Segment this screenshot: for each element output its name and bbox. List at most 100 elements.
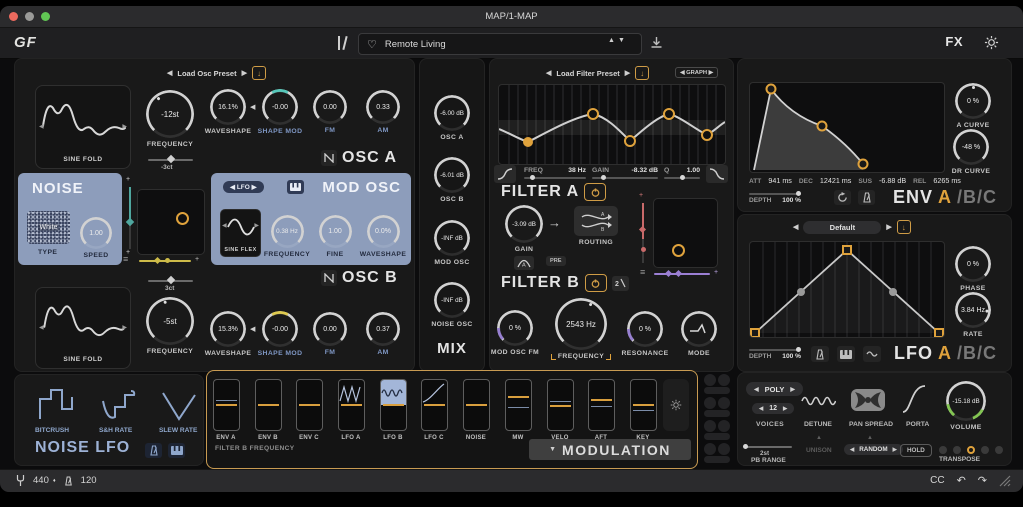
mod-slot-lfo-b[interactable]: LFO B bbox=[375, 379, 411, 441]
lfo-bc-tabs[interactable]: /B/C bbox=[957, 343, 997, 364]
osc-a-wave-next-icon[interactable]: ▶ bbox=[122, 123, 127, 130]
osc-preset-prev-icon[interactable]: ◀ bbox=[167, 69, 172, 77]
mod-osc-waveshape-knob[interactable]: 0.0% WAVESHAPE bbox=[351, 215, 415, 258]
filter-b-xy-handle[interactable] bbox=[672, 244, 685, 257]
lfo-preset-next-icon[interactable]: ▶ bbox=[886, 223, 891, 231]
cc-button[interactable]: CC bbox=[930, 475, 944, 486]
osc-a-wave-display[interactable]: ◀ ▶ SINE FOLD bbox=[35, 85, 131, 169]
osc-preset-label[interactable]: Load Osc Preset bbox=[177, 69, 236, 78]
osc-b-am-knob[interactable]: 0.37 AM bbox=[351, 312, 415, 356]
lfo-a-tab[interactable]: A bbox=[938, 343, 952, 364]
filter-a-eq-display[interactable] bbox=[498, 84, 726, 165]
mod-osc-source-selector[interactable]: ◀ LFO ▶ bbox=[223, 181, 264, 193]
noise-xy-handle[interactable] bbox=[176, 212, 189, 225]
hold-button[interactable]: HOLD bbox=[900, 444, 932, 457]
noise-pad-menu-icon[interactable]: ≡ bbox=[123, 254, 128, 264]
pan-spread-icon[interactable] bbox=[851, 387, 885, 413]
mod-slot-key[interactable]: KEY bbox=[625, 379, 661, 441]
osc-a-am-knob[interactable]: 0.33 AM bbox=[351, 90, 415, 134]
mod-slot-velo[interactable]: VELO bbox=[542, 379, 578, 441]
lfo-rate-knob[interactable]: 3.84 Hz RATE bbox=[941, 292, 1005, 338]
pre-button[interactable]: PRE bbox=[546, 256, 566, 266]
mod-osc-wave-prev-icon[interactable]: ◀ bbox=[222, 222, 227, 229]
filter-b-gain-knob[interactable]: -3.09 dB GAIN bbox=[492, 205, 556, 253]
voice-count-selector[interactable]: ◀12▶ bbox=[752, 403, 794, 414]
mod-osc-fm-knob[interactable]: 0 % MOD OSC FM bbox=[483, 310, 547, 356]
env-values-row[interactable]: ATT941 ms DEC12421 ms SUS-6.88 dB REL626… bbox=[749, 176, 961, 185]
filter-a-power-button[interactable] bbox=[584, 183, 606, 201]
library-icon[interactable] bbox=[338, 36, 350, 50]
bandpass-a-icon[interactable]: A bbox=[514, 256, 534, 270]
mod-slot-env-c[interactable]: ENV C bbox=[291, 379, 327, 441]
mod-slot-lfo-a[interactable]: LFO A bbox=[333, 379, 369, 441]
tuning-stepper-icon[interactable]: ♦ bbox=[53, 478, 56, 484]
resize-grip[interactable] bbox=[999, 475, 1011, 487]
filter-preset-prev-icon[interactable]: ◀ bbox=[546, 69, 551, 77]
noise-lfo-metronome-icon[interactable] bbox=[145, 443, 162, 458]
lfo-preset-prev-icon[interactable]: ◀ bbox=[793, 223, 798, 231]
filter-slope-icon[interactable]: 2 bbox=[612, 276, 629, 291]
redo-icon[interactable]: ↷ bbox=[978, 474, 987, 487]
noise-lfo-piano-icon[interactable] bbox=[168, 443, 185, 458]
filter-mode-knob[interactable]: MODE bbox=[667, 311, 731, 357]
osc-b-wave-prev-icon[interactable]: ◀ bbox=[39, 324, 44, 331]
osc-preset-save-icon[interactable]: ↓ bbox=[252, 66, 266, 80]
env-loop-icon[interactable] bbox=[834, 190, 851, 205]
preset-prev-icon[interactable]: ▲ bbox=[608, 37, 618, 44]
volume-knob[interactable]: -15.18 dB VOLUME bbox=[934, 381, 998, 431]
preset-next-icon[interactable]: ▼ bbox=[618, 37, 628, 44]
tempo-value[interactable]: 120 bbox=[81, 475, 97, 486]
pan-mode-selector[interactable]: ◀RANDOM▶ bbox=[844, 444, 903, 455]
osc-a-fine-slider[interactable] bbox=[148, 159, 193, 161]
voice-mode-selector[interactable]: ◀POLY▶ bbox=[746, 382, 803, 396]
noise-hslider[interactable] bbox=[139, 260, 191, 262]
lfo-preset-name[interactable]: Default bbox=[803, 221, 881, 234]
filter-a-q-slider[interactable]: Q1.00 bbox=[664, 167, 700, 179]
mix-osc-b-knob[interactable]: -6.01 dB OSC B bbox=[420, 157, 484, 203]
fx-tab[interactable]: FX bbox=[945, 34, 963, 49]
env-bc-tabs[interactable]: /B/C bbox=[957, 187, 997, 208]
filter-preset-next-icon[interactable]: ▶ bbox=[625, 69, 630, 77]
lfo-keytrig-piano-icon[interactable] bbox=[837, 346, 855, 362]
env-display[interactable] bbox=[749, 82, 945, 173]
mod-slot-aft[interactable]: AFT bbox=[583, 379, 619, 441]
modulation-button[interactable]: ▼ MODULATION bbox=[529, 439, 691, 460]
tuning-value[interactable]: 440 bbox=[33, 475, 49, 486]
filter-b-frequency-knob[interactable]: 2543 Hz FREQUENCY bbox=[549, 298, 613, 360]
slew-rate-icon[interactable] bbox=[161, 389, 197, 423]
favorite-heart-icon[interactable]: ♡ bbox=[367, 38, 377, 51]
filter-b-xy-pad[interactable] bbox=[653, 198, 718, 268]
mod-settings-tab[interactable] bbox=[663, 379, 689, 431]
tuning-fork-icon[interactable] bbox=[16, 474, 25, 487]
lfo-wave-icon[interactable] bbox=[863, 346, 881, 362]
sh-rate-icon[interactable] bbox=[101, 389, 137, 423]
env-a-tab[interactable]: A bbox=[938, 187, 952, 208]
pb-range-slider[interactable] bbox=[744, 446, 792, 448]
lfo-display[interactable] bbox=[749, 241, 945, 338]
lfo-depth-slider[interactable]: DEPTH100 % bbox=[749, 349, 801, 360]
transpose-dots[interactable] bbox=[939, 446, 1003, 454]
noise-vslider[interactable] bbox=[129, 187, 131, 249]
osc-b-wave-next-icon[interactable]: ▶ bbox=[122, 324, 127, 331]
osc-b-fine-slider[interactable] bbox=[148, 280, 193, 282]
filter-a-gain-slider[interactable]: GAIN-8.32 dB bbox=[592, 167, 658, 179]
filter-routing-control[interactable]: AB ROUTING bbox=[568, 206, 624, 246]
a-curve-knob[interactable]: 0 % A CURVE bbox=[941, 83, 1005, 129]
keyboard-icon[interactable] bbox=[287, 180, 304, 194]
lfo-phase-knob[interactable]: 0 % PHASE bbox=[941, 246, 1005, 292]
mod-slot-env-b[interactable]: ENV B bbox=[250, 379, 286, 441]
routing-icon[interactable]: AB bbox=[574, 206, 618, 236]
detune-icon[interactable] bbox=[800, 393, 836, 407]
mod-slot-env-a[interactable]: ENV A bbox=[208, 379, 244, 441]
noise-xy-pad[interactable] bbox=[137, 189, 205, 255]
filter-b-power-button[interactable] bbox=[585, 274, 607, 292]
undo-icon[interactable]: ↶ bbox=[957, 474, 966, 487]
filter-b-hslider[interactable] bbox=[654, 273, 710, 275]
mod-slot-noise[interactable]: NOISE bbox=[458, 379, 494, 441]
noise-speed-knob[interactable]: 1.00 SPEED bbox=[64, 217, 128, 259]
osc-a-wave-prev-icon[interactable]: ◀ bbox=[39, 123, 44, 130]
osc-preset-next-icon[interactable]: ▶ bbox=[242, 69, 247, 77]
mix-noise-osc-knob[interactable]: -INF dB NOISE OSC bbox=[420, 282, 484, 328]
filterb-pad-menu-icon[interactable]: ≡ bbox=[640, 267, 645, 277]
lfo-preset-save-icon[interactable]: ↓ bbox=[897, 220, 911, 234]
